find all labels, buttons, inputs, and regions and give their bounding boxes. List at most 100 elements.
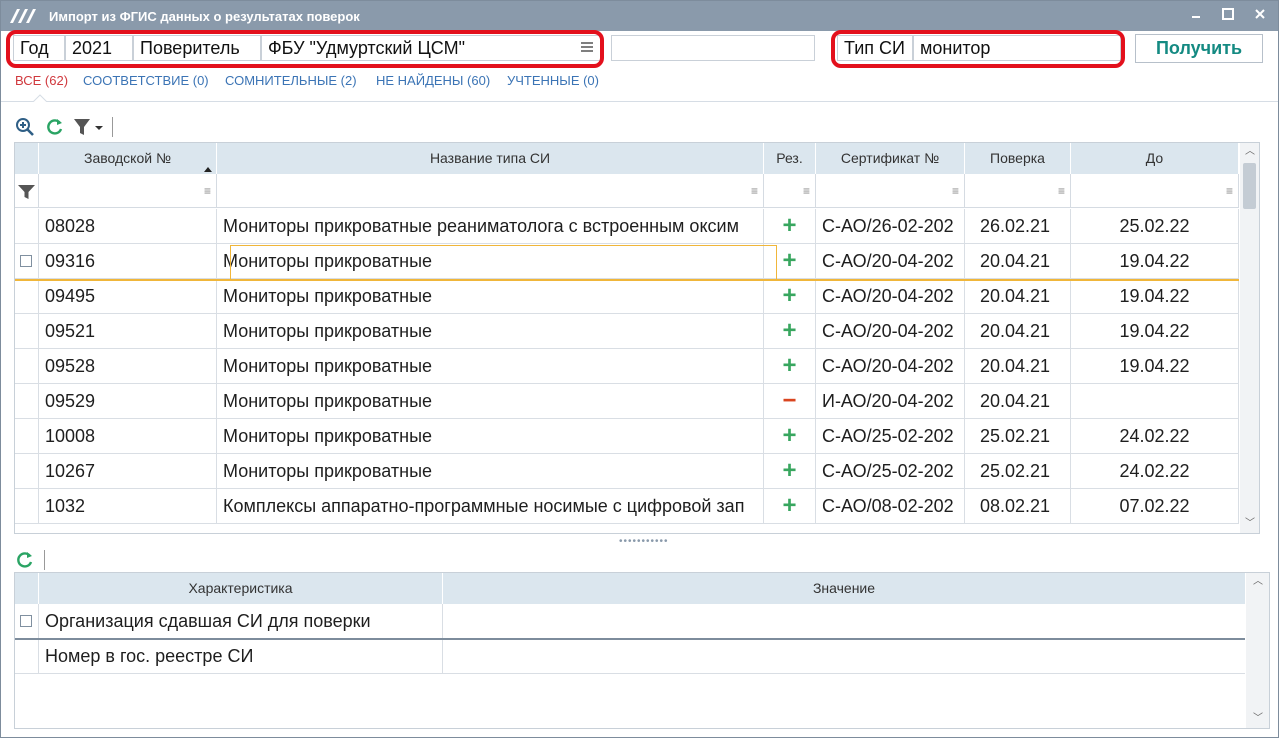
cell-verified[interactable]: 20.04.21: [965, 244, 1071, 279]
cell-cert[interactable]: С-АО/08-02-202: [816, 489, 965, 524]
table-row[interactable]: 08028 Мониторы прикроватные реаниматолога…: [15, 209, 1239, 244]
filter-menu-icon[interactable]: ≡: [204, 184, 211, 198]
cell-verified[interactable]: 20.04.21: [965, 349, 1071, 384]
cell-name[interactable]: Мониторы прикроватные: [217, 454, 764, 489]
cell-result[interactable]: +: [764, 419, 816, 454]
row-selector[interactable]: [15, 244, 39, 279]
col-header-verified[interactable]: Поверка: [965, 143, 1071, 174]
row-selector[interactable]: [15, 209, 39, 244]
details-scrollbar[interactable]: ︿ ﹀: [1246, 573, 1269, 728]
cell-until[interactable]: 19.04.22: [1071, 279, 1239, 314]
row-selector[interactable]: [15, 314, 39, 349]
close-icon[interactable]: [1252, 6, 1268, 22]
col-header-serial[interactable]: Заводской №: [39, 143, 217, 174]
funnel-icon[interactable]: [18, 184, 35, 200]
cell-verified[interactable]: 08.02.21: [965, 489, 1071, 524]
col-header-result[interactable]: Рез.: [764, 143, 816, 174]
cell-serial[interactable]: 09316: [39, 244, 217, 279]
table-row[interactable]: 10267 Мониторы прикроватные + С-АО/25-02-20…: [15, 454, 1239, 489]
cell-cert[interactable]: С-АО/20-04-202: [816, 349, 965, 384]
cell-until[interactable]: 25.02.22: [1071, 209, 1239, 244]
table-row[interactable]: 09529 Мониторы прикроватные − И-АО/20-04-20…: [15, 384, 1239, 419]
cell-result[interactable]: +: [764, 454, 816, 489]
cell-until[interactable]: 24.02.22: [1071, 419, 1239, 454]
cell-cert[interactable]: С-АО/25-02-202: [816, 454, 965, 489]
table-row[interactable]: Организация сдавшая СИ для поверки: [15, 604, 1245, 639]
cell-serial[interactable]: 09521: [39, 314, 217, 349]
cell-cert[interactable]: С-АО/20-04-202: [816, 244, 965, 279]
filter-menu-icon[interactable]: ≡: [952, 184, 959, 198]
tab-not-found[interactable]: НЕ НАЙДЕНЫ (60): [376, 73, 490, 88]
cell-until[interactable]: 07.02.22: [1071, 489, 1239, 524]
col-header-until[interactable]: До: [1071, 143, 1239, 174]
row-selector[interactable]: [15, 279, 39, 314]
filter-menu-icon[interactable]: ≡: [751, 184, 758, 198]
refresh-icon[interactable]: [15, 550, 35, 570]
cell-serial[interactable]: 09529: [39, 384, 217, 419]
cell-result[interactable]: −: [764, 384, 816, 419]
cell-cert[interactable]: С-АО/20-04-202: [816, 279, 965, 314]
cell-until[interactable]: [1071, 384, 1239, 419]
filter-cert[interactable]: ≡: [816, 174, 965, 208]
tab-all[interactable]: ВСЕ (62): [15, 73, 68, 88]
table-row[interactable]: 09521 Мониторы прикроватные + С-АО/20-04-20…: [15, 314, 1239, 349]
cell-serial[interactable]: 10267: [39, 454, 217, 489]
cell-until[interactable]: 19.04.22: [1071, 314, 1239, 349]
scrollbar-thumb[interactable]: [1243, 163, 1256, 209]
cell-name[interactable]: Мониторы прикроватные: [217, 419, 764, 454]
scroll-up-icon[interactable]: ︿: [1252, 577, 1264, 587]
filter-menu-icon[interactable]: ≡: [1226, 184, 1233, 198]
cell-value[interactable]: [443, 604, 1245, 639]
cell-name[interactable]: Мониторы прикроватные реаниматолога с вс…: [217, 209, 764, 244]
cell-cert[interactable]: С-АО/26-02-202: [816, 209, 965, 244]
filter-serial[interactable]: ≡: [39, 174, 217, 208]
scroll-down-icon[interactable]: ﹀: [1252, 714, 1264, 724]
cell-result[interactable]: +: [764, 279, 816, 314]
cell-verified[interactable]: 26.02.21: [965, 209, 1071, 244]
cell-serial[interactable]: 09495: [39, 279, 217, 314]
cell-result[interactable]: +: [764, 349, 816, 384]
cell-serial[interactable]: 08028: [39, 209, 217, 244]
col-header-value[interactable]: Значение: [443, 573, 1245, 604]
row-checkbox[interactable]: [20, 255, 32, 267]
row-selector[interactable]: [15, 349, 39, 384]
table-row[interactable]: 1032 Комплексы аппаратно-программные носи…: [15, 489, 1239, 524]
filter-menu-icon[interactable]: ≡: [803, 184, 810, 198]
cell-until[interactable]: 19.04.22: [1071, 349, 1239, 384]
cell-verified[interactable]: 20.04.21: [965, 314, 1071, 349]
cell-verified[interactable]: 20.04.21: [965, 384, 1071, 419]
row-checkbox[interactable]: [20, 615, 32, 627]
splitter-handle[interactable]: •••••••••••: [619, 536, 669, 547]
grid-scrollbar[interactable]: ︿ ﹀: [1240, 143, 1259, 533]
cell-value[interactable]: [443, 639, 1245, 674]
scroll-down-icon[interactable]: ﹀: [1244, 519, 1256, 529]
table-row[interactable]: 10008 Мониторы прикроватные + С-АО/25-02-20…: [15, 419, 1239, 454]
cell-until[interactable]: 24.02.22: [1071, 454, 1239, 489]
cell-cert[interactable]: С-АО/25-02-202: [816, 419, 965, 454]
filter-menu-icon[interactable]: ≡: [1058, 184, 1065, 198]
filter-result[interactable]: ≡: [764, 174, 816, 208]
tab-accounted[interactable]: УЧТЕННЫЕ (0): [507, 73, 599, 88]
maximize-icon[interactable]: [1220, 6, 1236, 22]
col-header-name[interactable]: Название типа СИ: [217, 143, 764, 174]
cell-cert[interactable]: С-АО/20-04-202: [816, 314, 965, 349]
cell-serial[interactable]: 1032: [39, 489, 217, 524]
row-selector[interactable]: [15, 454, 39, 489]
scroll-up-icon[interactable]: ︿: [1244, 147, 1256, 157]
cell-name[interactable]: Мониторы прикроватные: [217, 314, 764, 349]
table-row[interactable]: 09495 Мониторы прикроватные + С-АО/20-04-20…: [15, 279, 1239, 314]
col-header-cert[interactable]: Сертификат №: [816, 143, 965, 174]
filter-until[interactable]: ≡: [1071, 174, 1239, 208]
filter-verified[interactable]: ≡: [965, 174, 1071, 208]
tab-doubtful[interactable]: СОМНИТЕЛЬНЫЕ (2): [225, 73, 357, 88]
cell-name[interactable]: Мониторы прикроватные: [217, 384, 764, 419]
cell-characteristic[interactable]: Номер в гос. реестре СИ: [39, 639, 443, 674]
cell-serial[interactable]: 09528: [39, 349, 217, 384]
cell-result[interactable]: +: [764, 314, 816, 349]
cell-serial[interactable]: 10008: [39, 419, 217, 454]
cell-characteristic[interactable]: Организация сдавшая СИ для поверки: [39, 604, 443, 639]
cell-result[interactable]: +: [764, 489, 816, 524]
row-selector[interactable]: [15, 489, 39, 524]
cell-verified[interactable]: 25.02.21: [965, 419, 1071, 454]
table-row[interactable]: 09528 Мониторы прикроватные + С-АО/20-04-20…: [15, 349, 1239, 384]
